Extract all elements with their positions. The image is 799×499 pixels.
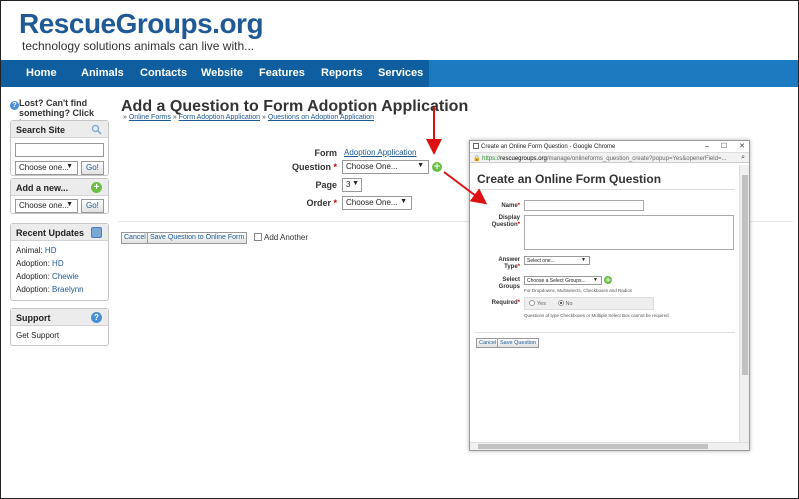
arrow-diagonal-icon: [443, 171, 488, 205]
annotation-arrows: [426, 107, 488, 205]
page: RescueGroups.org technology solutions an…: [0, 0, 799, 499]
